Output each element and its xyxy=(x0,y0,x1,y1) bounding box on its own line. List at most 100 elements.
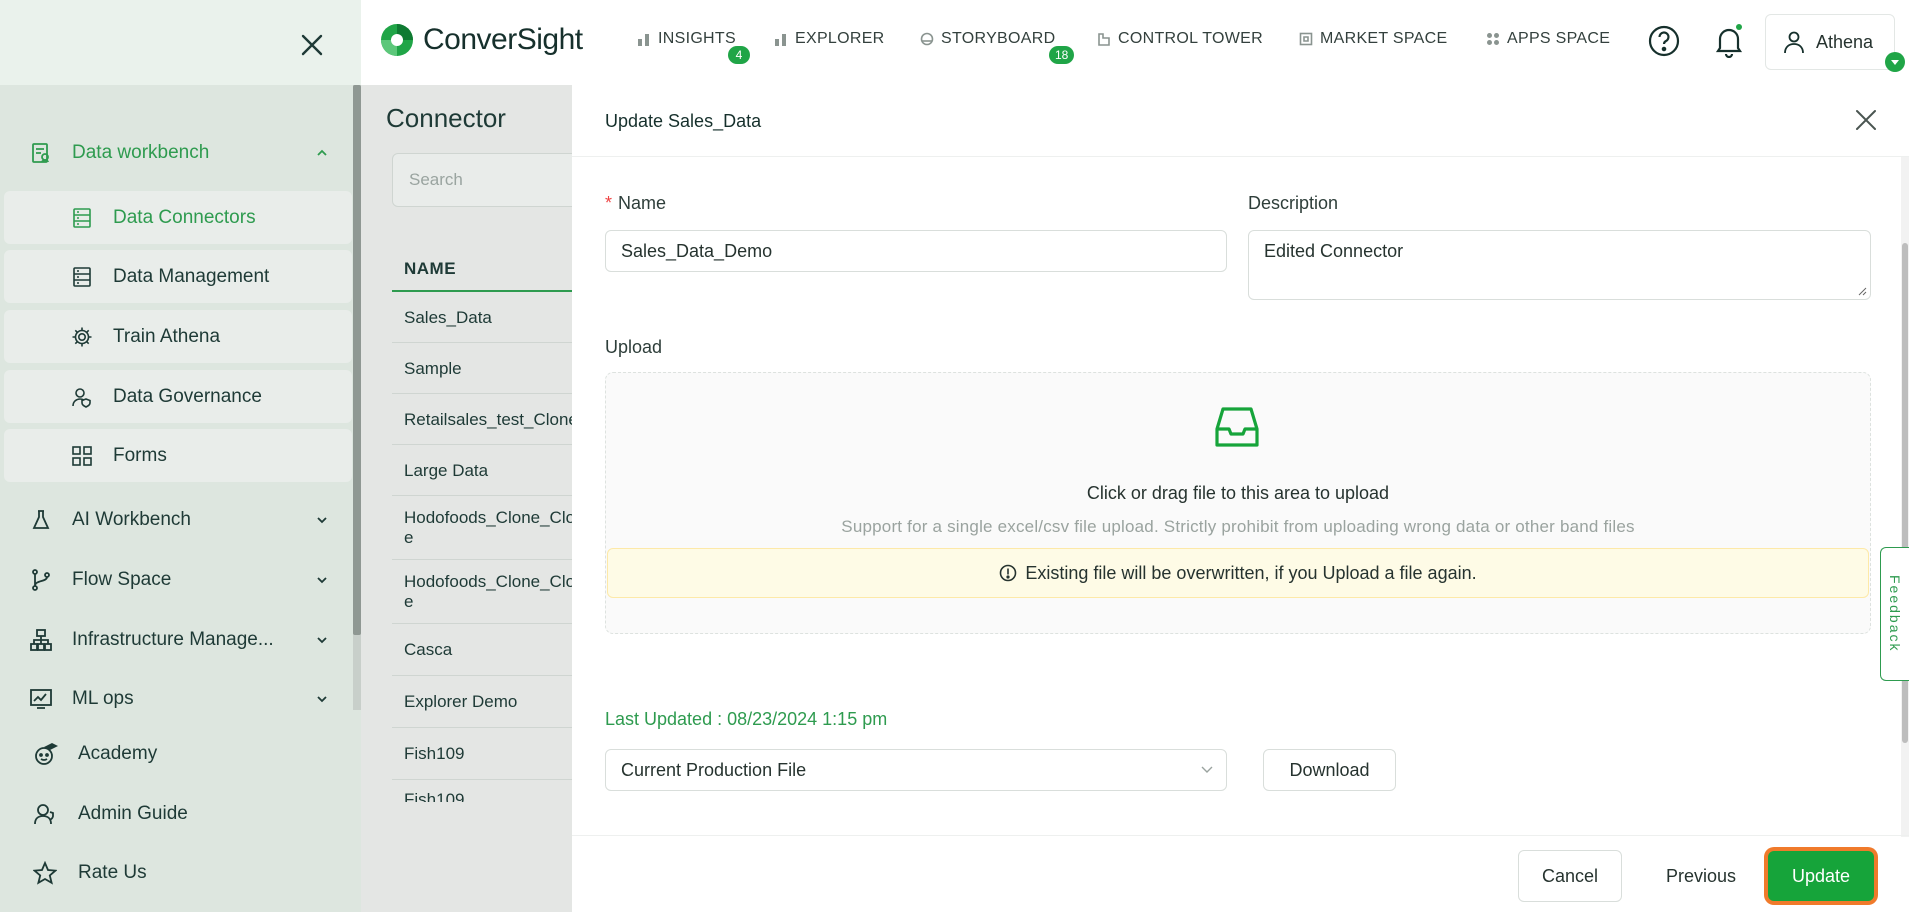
upload-dropzone[interactable]: Click or drag file to this area to uploa… xyxy=(605,372,1871,634)
description-value: Edited Connector xyxy=(1264,241,1404,261)
nav-group-ai-workbench[interactable]: AI Workbench xyxy=(28,507,327,533)
chevron-down-icon xyxy=(314,632,330,648)
last-updated-text: Last Updated : 08/23/2024 1:15 pm xyxy=(605,709,888,729)
nav-insights[interactable]: INSIGHTS xyxy=(636,30,736,48)
cancel-button[interactable]: Cancel xyxy=(1518,850,1622,902)
row-text: Hodofoods_Clone_Clone xyxy=(404,572,572,591)
dropzone-hint: Support for a single excel/csv file uplo… xyxy=(841,517,1635,536)
feedback-tab[interactable]: Feedback xyxy=(1880,547,1909,681)
nav-explorer[interactable]: EXPLORER xyxy=(773,30,885,48)
info-circle-icon xyxy=(1000,564,1017,582)
nav-group-ml-ops[interactable]: ML ops xyxy=(28,686,327,712)
gear-icon xyxy=(70,325,94,349)
apps-icon xyxy=(1485,31,1501,47)
help-button[interactable] xyxy=(1647,24,1681,58)
nav-group-label: AI Workbench xyxy=(72,509,191,530)
flow-icon xyxy=(28,567,54,593)
nav-storyboard[interactable]: STORYBOARD xyxy=(919,30,1055,48)
search-input[interactable]: Search xyxy=(392,153,592,207)
data-workbench-icon xyxy=(28,140,54,166)
table-row[interactable]: Fish109 xyxy=(392,728,572,780)
table-row[interactable]: Sales_Data xyxy=(392,292,572,343)
table-row[interactable]: Casca xyxy=(392,624,572,676)
download-button[interactable]: Download xyxy=(1263,749,1396,791)
brand-name: ConverSight xyxy=(423,23,583,56)
sidebar-scrollbar[interactable] xyxy=(353,85,361,710)
sidebar-close-button[interactable] xyxy=(297,30,327,60)
nav-market-space[interactable]: MARKET SPACE xyxy=(1298,30,1447,48)
drawer-title: Update Sales_Data xyxy=(605,111,762,131)
name-label-text: Name xyxy=(618,193,667,213)
table-row[interactable]: Hodofoods_Clone_Clone e xyxy=(392,560,572,624)
sidebar-item-forms[interactable]: Forms xyxy=(4,429,352,482)
table-row[interactable]: Fish109 xyxy=(392,780,572,802)
rate-us-label: Rate Us xyxy=(78,862,147,883)
user-menu[interactable]: Athena xyxy=(1765,14,1895,70)
admin-guide-label: Admin Guide xyxy=(78,803,188,824)
resize-grip-icon[interactable] xyxy=(1857,286,1867,296)
previous-button[interactable]: Previous xyxy=(1641,850,1761,902)
table-row[interactable]: Large Data xyxy=(392,445,572,496)
name-field[interactable]: Sales_Data_Demo xyxy=(605,230,1227,272)
description-field-label: Description xyxy=(1248,193,1339,213)
warning-text: Existing file will be overwritten, if yo… xyxy=(1025,562,1477,583)
brand-logo[interactable]: ConverSight xyxy=(377,20,583,60)
admin-guide-link[interactable]: Admin Guide xyxy=(32,801,188,827)
nav-group-data-workbench[interactable]: Data workbench xyxy=(28,140,327,166)
chevron-down-icon xyxy=(314,691,330,707)
sidebar-item-data-governance[interactable]: Data Governance xyxy=(4,370,352,423)
infrastructure-icon xyxy=(28,627,54,653)
sidebar-item-train-athena[interactable]: Train Athena xyxy=(4,310,352,363)
nav-control-tower[interactable]: CONTROL TOWER xyxy=(1096,30,1263,48)
upload-label: Upload xyxy=(605,337,663,357)
dropzone-text: Click or drag file to this area to uploa… xyxy=(1086,483,1390,503)
nav-label: EXPLORER xyxy=(795,30,885,47)
feedback-label: Feedback xyxy=(1887,575,1903,653)
user-menu-toggle[interactable] xyxy=(1885,52,1905,72)
nav-label: CONTROL TOWER xyxy=(1118,30,1263,47)
file-version-value: Current Production File xyxy=(621,759,807,780)
update-connector-drawer: Update Sales_Data * Name Sales_Data_Demo … xyxy=(572,85,1909,912)
nav-group-label: Flow Space xyxy=(72,569,172,590)
update-button[interactable]: Update xyxy=(1768,851,1874,901)
name-field-label: * Name xyxy=(605,193,666,214)
description-field[interactable]: Edited Connector xyxy=(1248,230,1871,300)
page-title: Connector xyxy=(386,103,506,133)
sidebar-item-label: Data Management xyxy=(113,265,270,287)
name-column-header[interactable]: NAME xyxy=(392,248,572,292)
connector-icon xyxy=(70,206,94,230)
nav-group-infrastructure[interactable]: Infrastructure Manage... xyxy=(28,627,327,653)
sidebar-item-label: Train Athena xyxy=(113,325,221,347)
chevron-down-icon xyxy=(314,572,330,588)
nav-group-flow-space[interactable]: Flow Space xyxy=(28,567,327,593)
caret-down-icon xyxy=(1891,60,1899,65)
nav-group-label: ML ops xyxy=(72,688,134,709)
insights-count-badge: 4 xyxy=(728,46,750,64)
sidebar-item-data-management[interactable]: Data Management xyxy=(4,250,352,303)
sidebar: Data workbench Data Connectors Data Mana… xyxy=(0,0,361,912)
drawer-scrollbar[interactable] xyxy=(1901,157,1909,837)
server-icon xyxy=(70,265,94,289)
notifications-button[interactable] xyxy=(1713,24,1745,59)
file-version-select[interactable]: Current Production File xyxy=(605,749,1227,791)
nav-label: MARKET SPACE xyxy=(1320,30,1448,47)
user-name: Athena xyxy=(1816,31,1874,52)
grid-icon xyxy=(70,444,94,468)
drawer-footer: Cancel Previous Update xyxy=(572,835,1909,912)
bar-chart-icon xyxy=(636,31,652,47)
table-row[interactable]: Hodofoods_Clone_Clone e xyxy=(392,496,572,560)
row-text: Hodofoods_Clone_Clone xyxy=(404,508,572,527)
rate-us-link[interactable]: Rate Us xyxy=(32,860,147,886)
academy-link[interactable]: Academy xyxy=(32,741,157,767)
drawer-close-button[interactable] xyxy=(1851,105,1881,135)
flask-icon xyxy=(28,507,54,533)
sidebar-item-data-connectors[interactable]: Data Connectors xyxy=(4,191,352,244)
table-row[interactable]: Explorer Demo xyxy=(392,676,572,728)
storyboard-icon xyxy=(919,31,935,47)
overwrite-warning: Existing file will be overwritten, if yo… xyxy=(607,548,1869,598)
nav-apps-space[interactable]: APPS SPACE xyxy=(1485,30,1610,48)
sidebar-scroll-thumb[interactable] xyxy=(353,85,361,635)
table-row[interactable]: Sample xyxy=(392,343,572,394)
chevron-down-icon xyxy=(1201,766,1213,773)
table-row[interactable]: Retailsales_test_Clone xyxy=(392,394,572,445)
